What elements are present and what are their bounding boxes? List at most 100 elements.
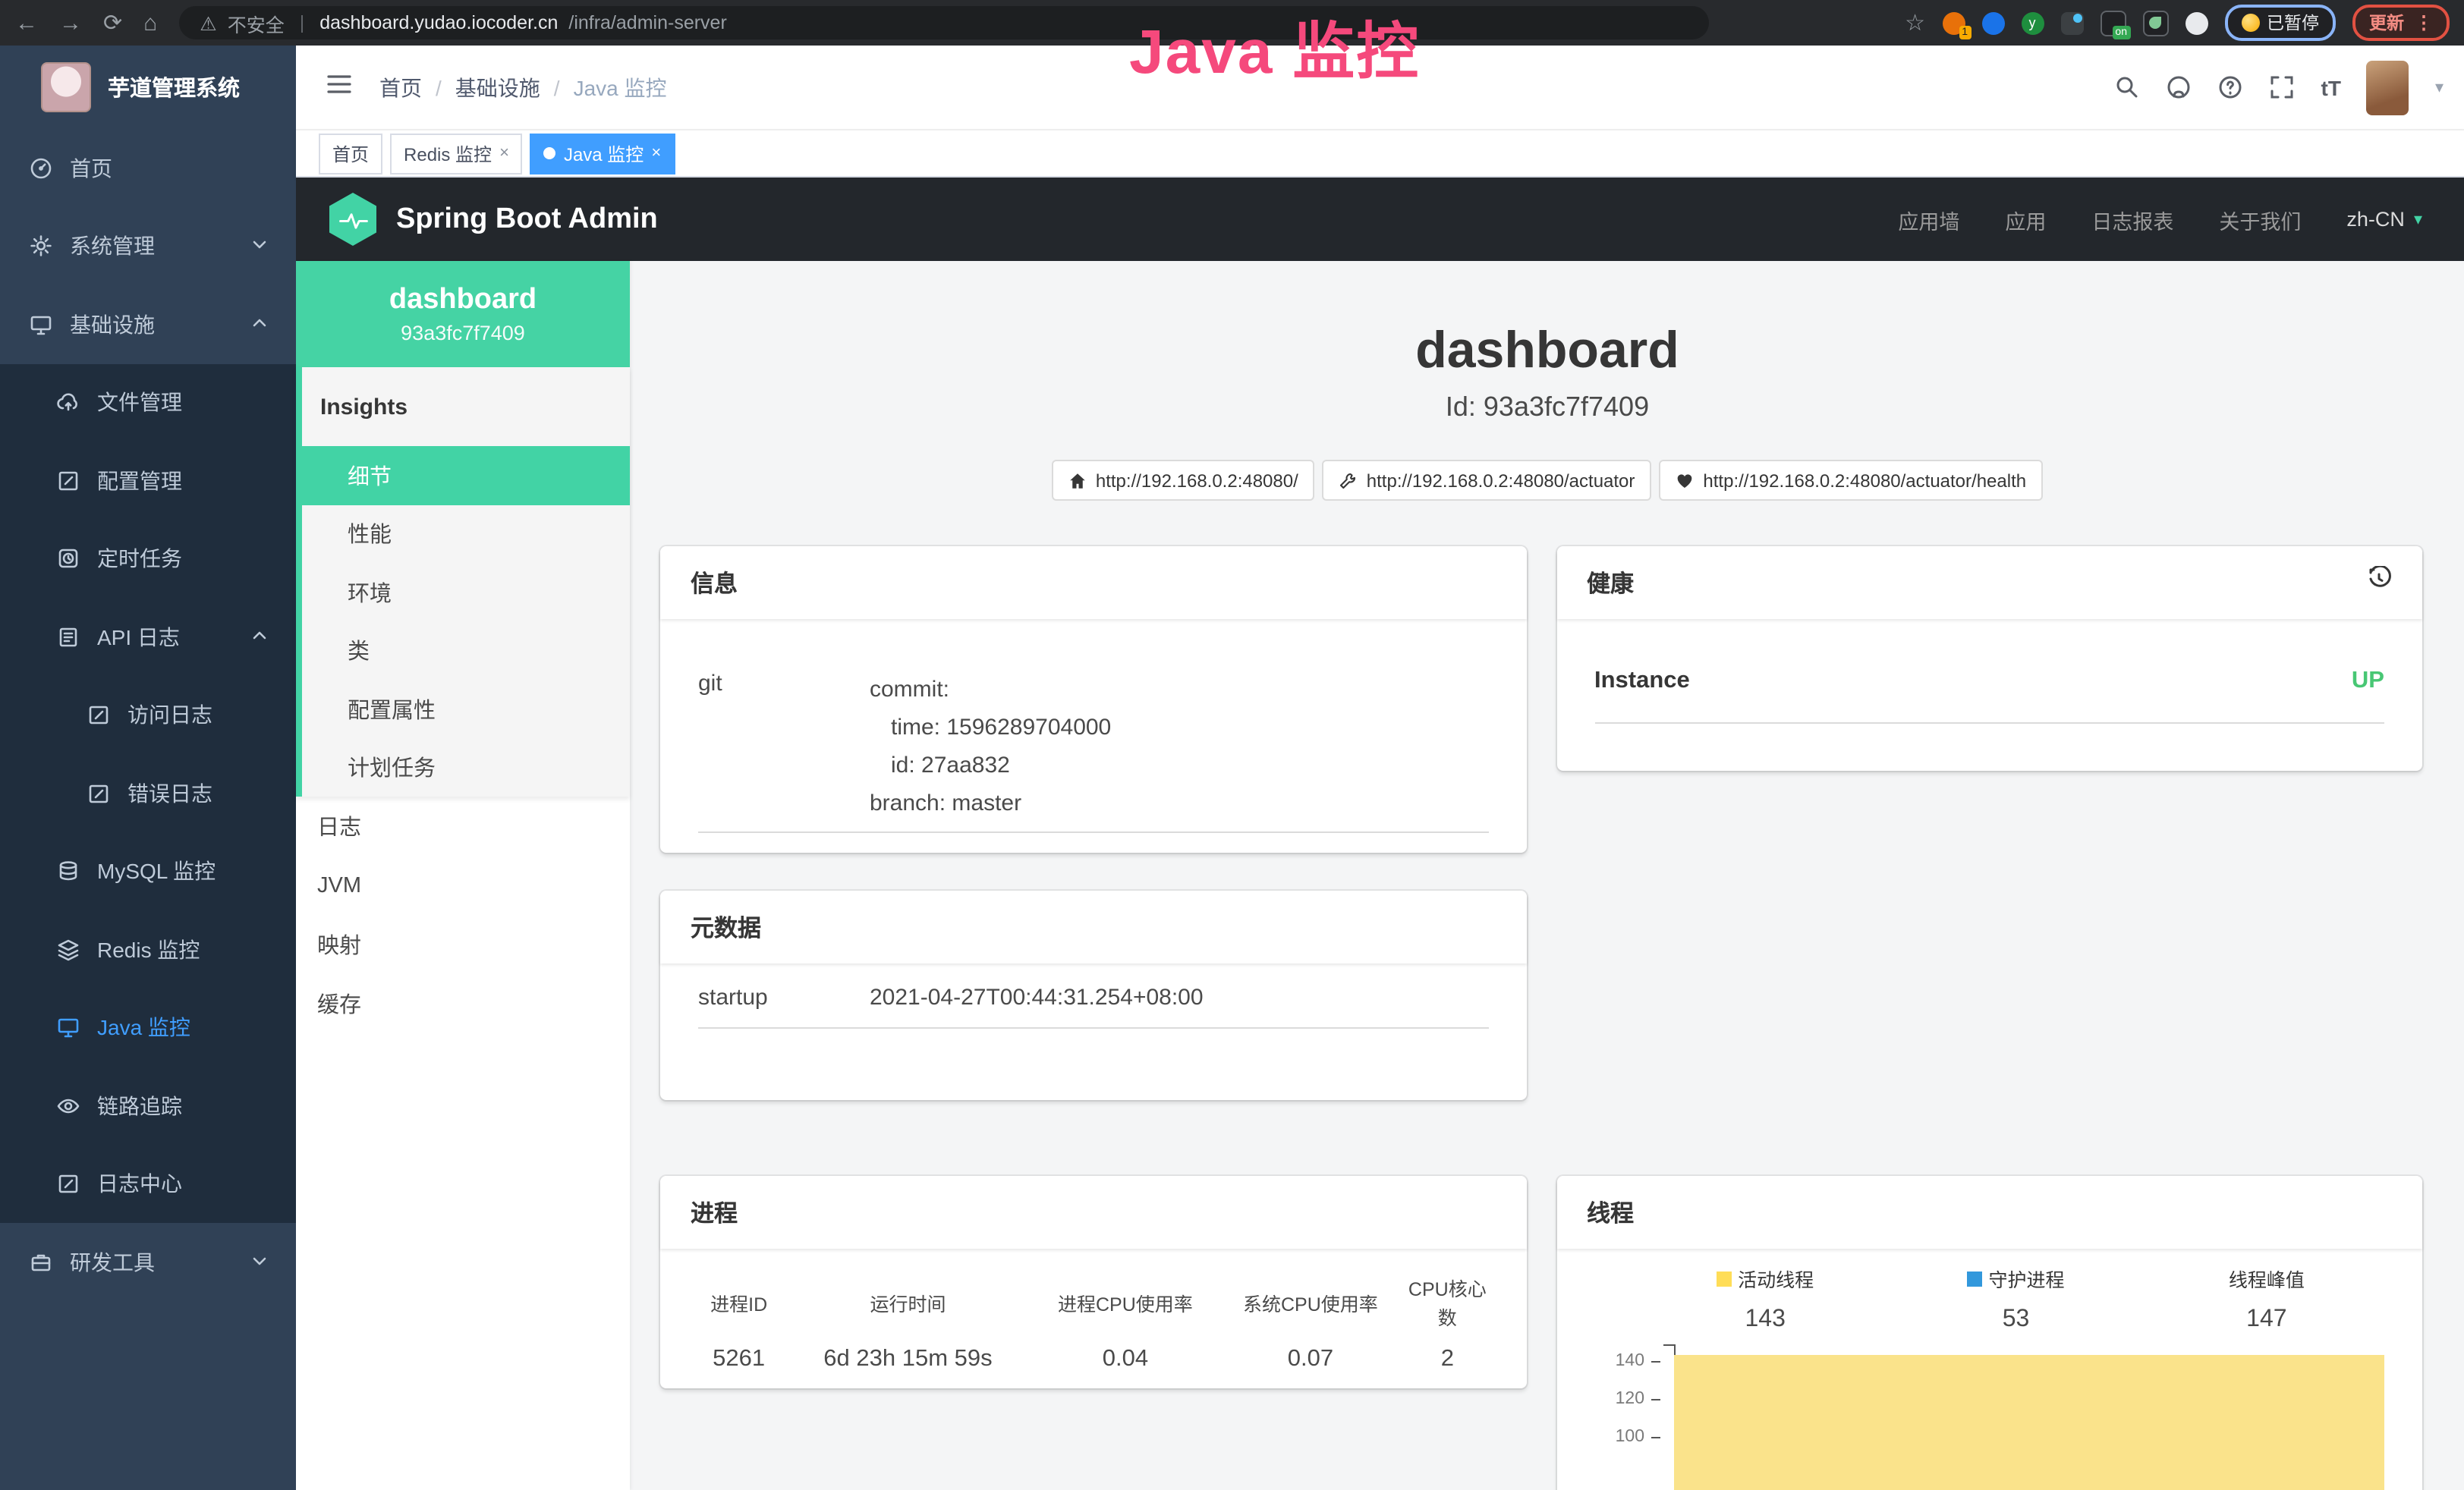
fullscreen-icon[interactable] <box>2270 74 2296 100</box>
sba-locale-select[interactable]: zh-CN ▾ <box>2346 208 2422 231</box>
reload-icon[interactable]: ⟳ <box>103 11 122 34</box>
sidebar-item-dev-tools[interactable]: 研发工具 <box>0 1223 296 1301</box>
extension-icon-pin[interactable] <box>1981 11 2004 34</box>
sidebar-item-tracing[interactable]: 链路追踪 <box>0 1067 296 1145</box>
sba-item-config-props[interactable]: 配置属性 <box>302 680 630 738</box>
font-size-icon[interactable]: tT <box>2321 75 2341 99</box>
sba-item-caches[interactable]: 缓存 <box>296 974 630 1033</box>
paused-label: 已暂停 <box>2267 11 2319 35</box>
sba-nav-applications[interactable]: 应用 <box>2005 204 2046 234</box>
search-icon[interactable] <box>2115 74 2141 100</box>
help-icon[interactable] <box>2218 74 2244 100</box>
chevron-up-icon <box>250 313 269 337</box>
sba-item-environment[interactable]: 环境 <box>302 563 630 621</box>
breadcrumb-infra[interactable]: 基础设施 <box>455 72 540 102</box>
sba-brand-title[interactable]: Spring Boot Admin <box>396 203 658 236</box>
sba-nav-wallboard[interactable]: 应用墙 <box>1898 204 1959 234</box>
pen-square-icon <box>87 703 111 728</box>
tab-home[interactable]: 首页 <box>319 133 382 174</box>
profile-paused-pill[interactable]: 已暂停 <box>2224 5 2336 41</box>
metadata-card-title: 元数据 <box>691 910 761 944</box>
threads-card-title: 线程 <box>1587 1196 1634 1229</box>
actuator-url-button[interactable]: http://192.168.0.2:48080/actuator <box>1323 460 1652 501</box>
process-values-row: 5261 6d 23h 15m 59s 0.04 0.07 2 <box>691 1337 1496 1382</box>
warning-icon: ⚠ <box>200 11 216 34</box>
active-tab-dot <box>544 147 556 159</box>
security-label[interactable]: 不安全 <box>228 8 285 37</box>
sidebar-collapse-icon[interactable] <box>326 71 352 104</box>
history-icon[interactable] <box>2366 566 2392 599</box>
close-icon[interactable]: × <box>651 144 661 162</box>
sidebar-item-access-logs[interactable]: 访问日志 <box>0 676 296 754</box>
extension-icon-grid[interactable] <box>2060 11 2083 34</box>
dashboard-icon <box>29 156 53 181</box>
user-menu-caret-icon[interactable]: ▾ <box>2435 77 2444 97</box>
eye-icon <box>56 1094 80 1118</box>
sidebar-item-home[interactable]: 首页 <box>0 129 296 207</box>
process-card-title: 进程 <box>691 1196 738 1229</box>
extension-icon-green-y[interactable]: y <box>2021 11 2044 34</box>
sba-main: dashboard Id: 93a3fc7f7409 http://192.16… <box>630 261 2464 1490</box>
sba-nav-journal[interactable]: 日志报表 <box>2091 204 2173 234</box>
sidebar-item-api-logs[interactable]: API 日志 <box>0 598 296 676</box>
threads-chart: 140 120 100 <box>1556 1349 2422 1490</box>
gear-icon <box>29 234 53 259</box>
sidebar-item-mysql-monitor[interactable]: MySQL 监控 <box>0 832 296 910</box>
instance-id: 93a3fc7f7409 <box>401 322 525 344</box>
breadcrumb-home[interactable]: 首页 <box>379 72 422 102</box>
github-icon[interactable] <box>2167 74 2192 100</box>
sidebar-item-scheduled-jobs[interactable]: 定时任务 <box>0 520 296 598</box>
extensions-puzzle-icon[interactable] <box>2185 11 2208 34</box>
user-avatar[interactable] <box>2367 60 2409 115</box>
url-bar[interactable]: ⚠ 不安全 | dashboard.yudao.iocoder.cn/infra… <box>178 6 1708 39</box>
tab-redis-monitor[interactable]: Redis 监控 × <box>390 133 523 174</box>
sba-item-details[interactable]: 细节 <box>296 446 630 505</box>
document-edit-icon <box>56 625 80 649</box>
sidebar-item-system[interactable]: 系统管理 <box>0 207 296 285</box>
insights-group: Insights 细节 性能 环境 类 配置属性 计划任务 <box>296 367 630 797</box>
page-id: Id: 93a3fc7f7409 <box>630 391 2464 423</box>
breadcrumb-current: Java 监控 <box>574 72 667 102</box>
annotation-text: Java 监控 <box>1129 0 1420 91</box>
forward-icon[interactable]: → <box>59 11 82 34</box>
chevron-up-icon <box>250 625 269 649</box>
sba-item-metrics[interactable]: 性能 <box>302 505 630 563</box>
chrome-update-button[interactable]: 更新 ⋮ <box>2352 5 2450 41</box>
sba-item-jvm[interactable]: JVM <box>296 856 630 915</box>
home-icon <box>1068 471 1087 489</box>
sba-item-mappings[interactable]: 映射 <box>296 915 630 974</box>
tab-java-monitor[interactable]: Java 监控 × <box>530 133 675 174</box>
app-logo-row[interactable]: 芋道管理系统 <box>0 46 296 129</box>
instance-links: http://192.168.0.2:48080/ http://192.168… <box>630 460 2464 501</box>
health-url-button[interactable]: http://192.168.0.2:48080/actuator/health <box>1659 460 2043 501</box>
process-table: 进程ID 运行时间 进程CPU使用率 系统CPU使用率 CPU核心数 <box>691 1258 1496 1382</box>
pen-square-icon <box>56 1172 80 1196</box>
sidebar-item-error-logs[interactable]: 错误日志 <box>0 754 296 832</box>
service-url-button[interactable]: http://192.168.0.2:48080/ <box>1052 460 1315 501</box>
sidebar-item-file-management[interactable]: 文件管理 <box>0 363 296 442</box>
extension-icon-orange[interactable]: 1 <box>1942 11 1965 34</box>
sidebar-item-infra[interactable]: 基础设施 <box>0 285 296 363</box>
sba-item-classes[interactable]: 类 <box>302 621 630 680</box>
sidebar-item-java-monitor[interactable]: Java 监控 <box>0 989 296 1067</box>
sidebar-item-log-center[interactable]: 日志中心 <box>0 1145 296 1223</box>
threads-card: 线程 活动线程 143 守护进程 <box>1556 1176 2422 1490</box>
back-icon[interactable]: ← <box>15 11 38 34</box>
close-icon[interactable]: × <box>499 144 509 162</box>
sba-nav-about[interactable]: 关于我们 <box>2219 204 2301 234</box>
sba-item-logs[interactable]: 日志 <box>296 797 630 856</box>
extension-icon-switch[interactable]: on <box>2100 10 2126 36</box>
sba-item-scheduled-tasks[interactable]: 计划任务 <box>302 738 630 797</box>
screen: Java 监控 ← → ⟳ ⌂ ⚠ 不安全 | dashboard.yudao.… <box>0 0 2464 1490</box>
extension-icon-leaf[interactable] <box>2142 10 2168 36</box>
sidebar-item-redis-monitor[interactable]: Redis 监控 <box>0 910 296 989</box>
sba-instance-header[interactable]: dashboard 93a3fc7f7409 <box>296 261 630 367</box>
browser-menu-icon[interactable]: ⋮ <box>2415 12 2433 33</box>
bookmark-star-icon[interactable]: ☆ <box>1905 11 1925 34</box>
sidebar-item-config-management[interactable]: 配置管理 <box>0 442 296 520</box>
cloud-upload-icon <box>56 391 80 415</box>
home-icon[interactable]: ⌂ <box>143 11 157 34</box>
briefcase-icon <box>29 1250 53 1275</box>
database-icon <box>56 860 80 884</box>
tags-view-bar: 首页 Redis 监控 × Java 监控 × <box>296 130 2464 178</box>
